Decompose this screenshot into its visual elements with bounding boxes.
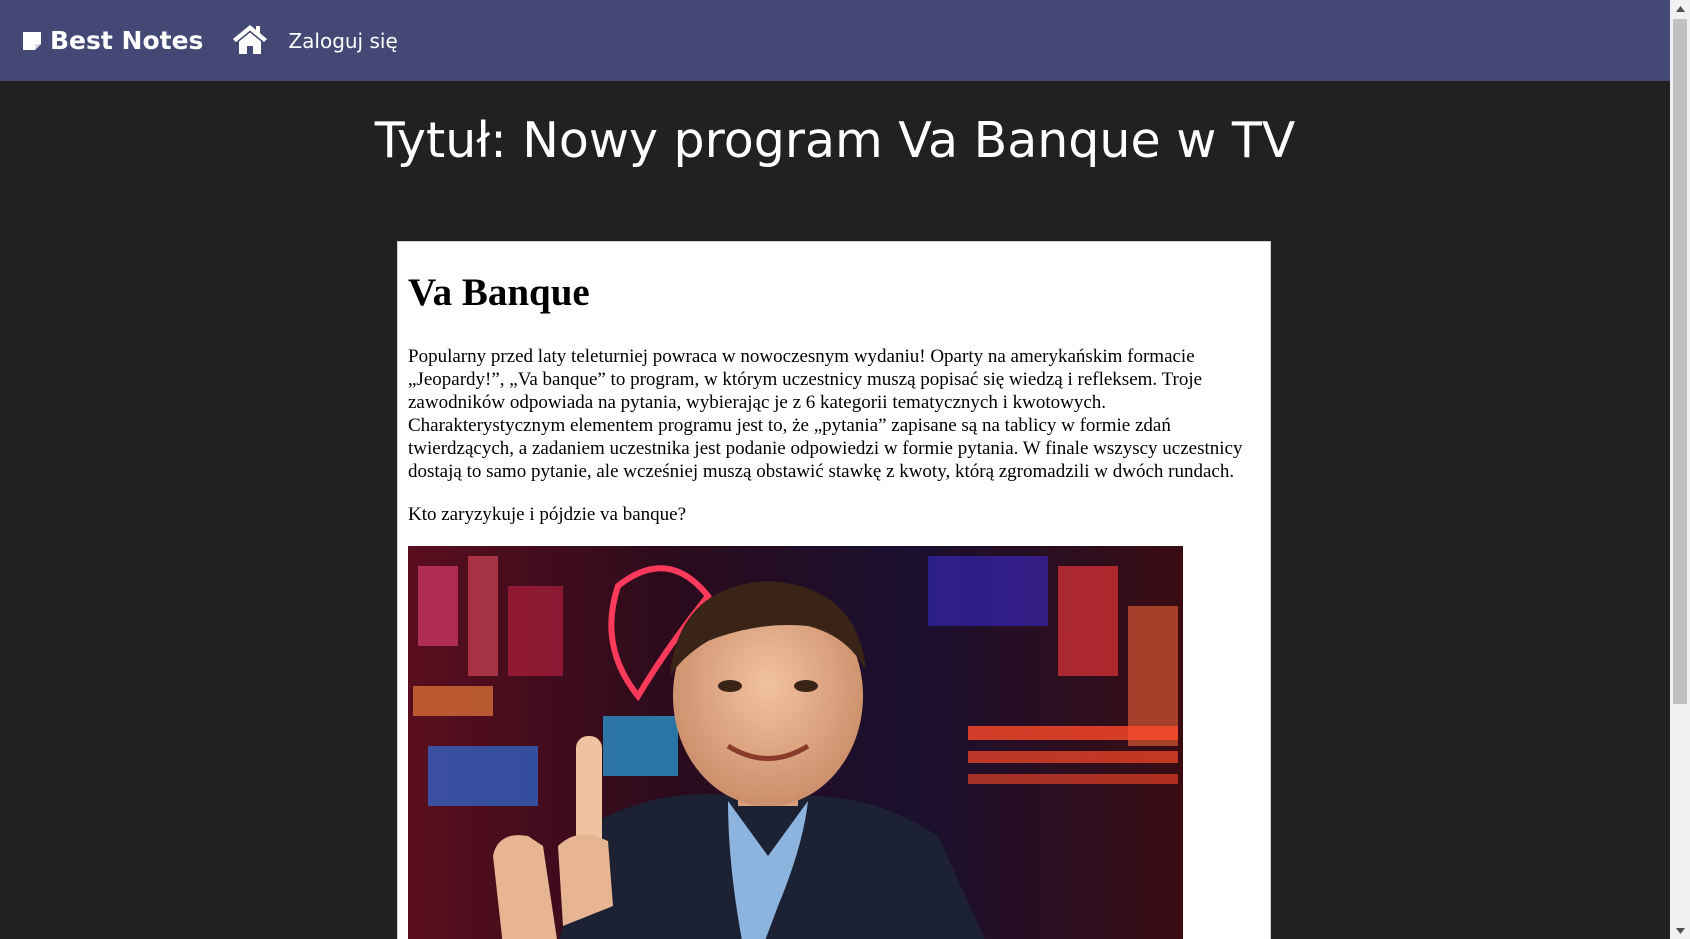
scroll-thumb[interactable] <box>1673 19 1687 704</box>
home-link[interactable] <box>232 23 268 59</box>
note-question: Kto zaryzykuje i pójdzie va banque? <box>408 503 687 525</box>
home-icon <box>232 23 268 59</box>
brand-link[interactable]: Best Notes <box>20 26 203 55</box>
page: Best Notes Zaloguj się Tytuł: Nowy progr… <box>0 0 1690 939</box>
brand-label: Best Notes <box>50 26 204 55</box>
note-content: Va Banque Popularny przed laty teleturni… <box>397 241 1271 939</box>
scroll-up-arrow-icon[interactable] <box>1670 0 1690 17</box>
scrollbar[interactable] <box>1670 0 1690 939</box>
page-title: Tytuł: Nowy program Va Banque w TV <box>374 112 1296 169</box>
tv-host-photo <box>408 545 1183 939</box>
navbar: Best Notes Zaloguj się <box>0 0 1670 81</box>
note-paragraph: Popularny przed laty teleturniej powraca… <box>408 345 1243 482</box>
sticky-note-icon <box>20 29 44 53</box>
scroll-down-arrow-icon[interactable] <box>1670 922 1690 939</box>
note-heading: Va Banque <box>408 271 590 314</box>
login-link[interactable]: Zaloguj się <box>288 29 397 53</box>
